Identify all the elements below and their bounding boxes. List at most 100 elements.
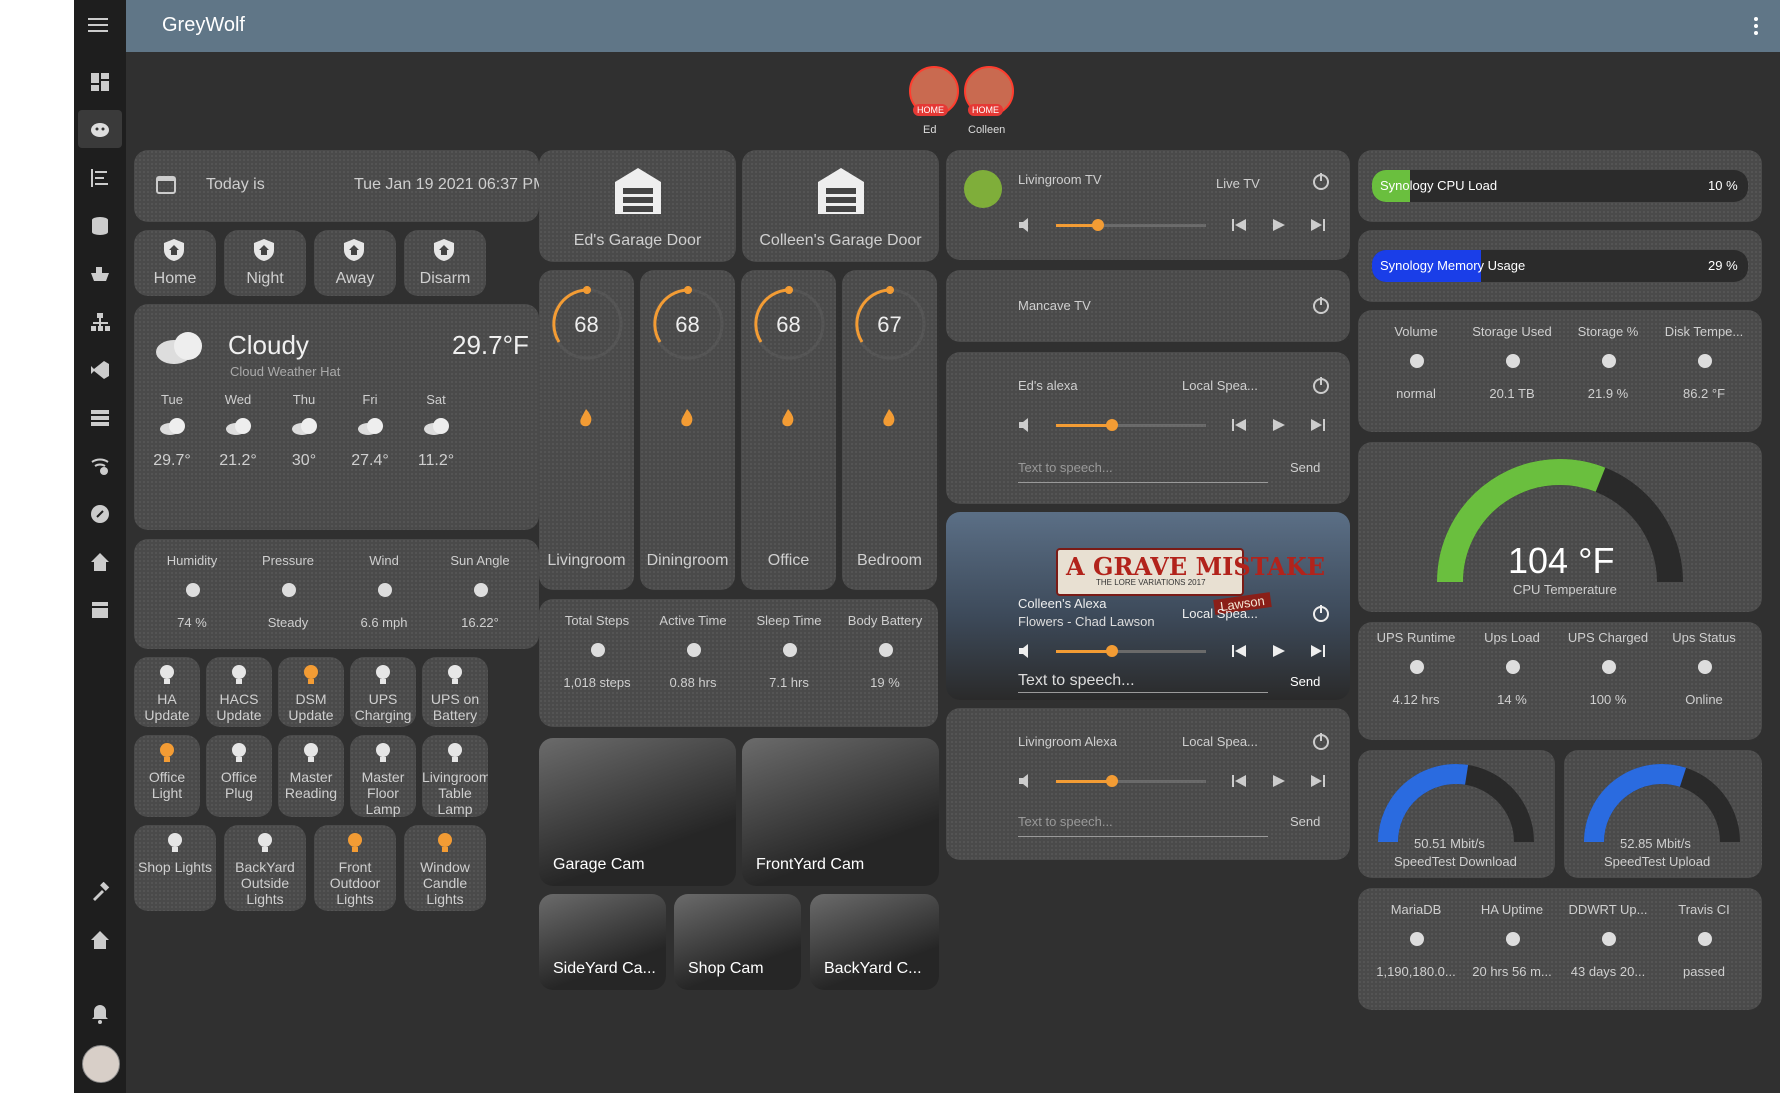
power-icon[interactable] — [1312, 296, 1330, 319]
stat-label: Body Battery — [847, 613, 923, 628]
home-assistant-icon[interactable] — [88, 550, 112, 574]
weather-card[interactable]: Cloudy 29.7°F Cloud Weather Hat Tue 29.7°… — [134, 304, 539, 530]
frontyard-cam[interactable]: FrontYard Cam — [742, 738, 939, 886]
toggle-tile[interactable]: DSM Update — [278, 657, 344, 727]
power-icon[interactable] — [1312, 376, 1330, 399]
logbook-icon[interactable] — [88, 166, 112, 190]
toggle-tile[interactable]: Office Plug — [206, 735, 272, 817]
send-button[interactable]: Send — [1290, 674, 1320, 689]
vscode-icon[interactable] — [88, 358, 112, 382]
server-icon[interactable] — [88, 406, 112, 430]
sideyard-cam[interactable]: SideYard Ca... — [539, 894, 666, 990]
previous-icon[interactable] — [1232, 774, 1248, 793]
play-icon[interactable] — [1272, 774, 1286, 793]
compass-icon[interactable] — [88, 502, 112, 526]
stat-label: UPS Charged — [1567, 630, 1649, 645]
configuration-icon[interactable] — [88, 928, 112, 952]
media-name: Livingroom Alexa — [1018, 734, 1117, 749]
tts-input[interactable]: Text to speech... — [1018, 814, 1113, 829]
previous-icon[interactable] — [1232, 644, 1248, 663]
garage-door-tile[interactable]: Ed's Garage Door — [539, 150, 736, 262]
play-icon[interactable] — [1272, 418, 1286, 437]
power-icon[interactable] — [1312, 172, 1330, 195]
power-icon[interactable] — [1312, 604, 1330, 627]
volume-knob[interactable] — [1106, 419, 1118, 431]
media-source-select[interactable]: Local Spea... — [1182, 378, 1258, 393]
alarm-tile[interactable]: Night — [224, 230, 306, 296]
volume-knob[interactable] — [1106, 645, 1118, 657]
previous-icon[interactable] — [1232, 218, 1248, 237]
wolf-dashboard-icon[interactable] — [78, 110, 122, 148]
send-button[interactable]: Send — [1290, 814, 1320, 829]
flame-icon[interactable] — [678, 408, 696, 433]
tile-label: HACS Update — [216, 691, 262, 723]
ship-icon[interactable] — [88, 262, 112, 286]
toggle-tile[interactable]: UPS on Battery — [422, 657, 488, 727]
play-icon[interactable] — [1272, 644, 1286, 663]
wifi-settings-icon[interactable] — [88, 454, 112, 478]
flame-icon[interactable] — [779, 408, 797, 433]
next-icon[interactable] — [1310, 644, 1326, 663]
media-source-select[interactable]: Live TV — [1216, 176, 1260, 191]
toggle-tile[interactable]: HA Update — [134, 657, 200, 727]
thermostat-tile[interactable]: 68 Office — [741, 270, 836, 590]
alarm-tile[interactable]: Away — [314, 230, 396, 296]
next-icon[interactable] — [1310, 418, 1326, 437]
toggle-tile[interactable]: HACS Update — [206, 657, 272, 727]
flame-icon[interactable] — [880, 408, 898, 433]
alarm-tile[interactable]: Disarm — [404, 230, 486, 296]
shield-icon — [253, 238, 275, 267]
flame-icon[interactable] — [577, 408, 595, 433]
toggle-tile[interactable]: Front Outdoor Lights — [314, 825, 396, 911]
shield-icon — [433, 238, 455, 267]
toggle-tile[interactable]: Livingroom Table Lamp — [422, 735, 488, 817]
volume-knob[interactable] — [1092, 219, 1104, 231]
alarm-tile[interactable]: Home — [134, 230, 216, 296]
media-source-select[interactable]: Local Spea... — [1182, 606, 1258, 621]
toggle-tile[interactable]: Window Candle Lights — [404, 825, 486, 911]
database-icon[interactable] — [88, 214, 112, 238]
hacs-icon[interactable] — [88, 598, 112, 622]
profile-avatar[interactable] — [82, 1045, 120, 1083]
shop-cam[interactable]: Shop Cam — [674, 894, 801, 990]
backyard-cam[interactable]: BackYard C... — [810, 894, 939, 990]
more-options-icon[interactable] — [1746, 14, 1766, 38]
volume-icon[interactable] — [1018, 772, 1038, 795]
toggle-tile[interactable]: UPS Charging — [350, 657, 416, 727]
thermostat-tile[interactable]: 67 Bedroom — [842, 270, 937, 590]
volume-icon[interactable] — [1018, 642, 1038, 665]
cloud-icon — [224, 416, 254, 441]
storage-card: Volume normal Storage Used 20.1 TB Storage %… — [1358, 310, 1762, 432]
overview-icon[interactable] — [88, 70, 112, 94]
developer-tools-icon[interactable] — [88, 880, 112, 904]
media-source-select[interactable]: Local Spea... — [1182, 734, 1258, 749]
livingroom-tv-card: Livingroom TV Live TV — [946, 150, 1350, 260]
toggle-tile[interactable]: Master Floor Lamp — [350, 735, 416, 817]
network-icon[interactable] — [88, 310, 112, 334]
tts-input[interactable]: Text to speech... — [1018, 460, 1113, 475]
thermostat-tile[interactable]: 68 Diningroom — [640, 270, 735, 590]
stat-value: 100 % — [1589, 692, 1627, 707]
next-icon[interactable] — [1310, 218, 1326, 237]
volume-icon[interactable] — [1018, 216, 1038, 239]
garage-cam[interactable]: Garage Cam — [539, 738, 736, 886]
next-icon[interactable] — [1310, 774, 1326, 793]
toggle-tile[interactable]: Office Light — [134, 735, 200, 817]
menu-icon[interactable] — [88, 14, 112, 36]
volume-icon[interactable] — [1018, 416, 1038, 439]
toggle-tile[interactable]: BackYard Outside Lights — [224, 825, 306, 911]
previous-icon[interactable] — [1232, 418, 1248, 437]
power-icon[interactable] — [1312, 732, 1330, 755]
stat-icon — [589, 641, 607, 664]
thermostat-tile[interactable]: 68 Livingroom — [539, 270, 634, 590]
notifications-icon[interactable] — [88, 1002, 112, 1026]
tile-label: HA Update — [144, 691, 190, 723]
garage-door-tile[interactable]: Colleen's Garage Door — [742, 150, 939, 262]
volume-knob[interactable] — [1106, 775, 1118, 787]
toggle-tile[interactable]: Shop Lights — [134, 825, 216, 911]
eds-alexa-card: Ed's alexa Local Spea... Text to speech.… — [946, 352, 1350, 504]
toggle-tile[interactable]: Master Reading — [278, 735, 344, 817]
play-icon[interactable] — [1272, 218, 1286, 237]
send-button[interactable]: Send — [1290, 460, 1320, 475]
tts-input[interactable]: Text to speech... — [1018, 672, 1135, 690]
